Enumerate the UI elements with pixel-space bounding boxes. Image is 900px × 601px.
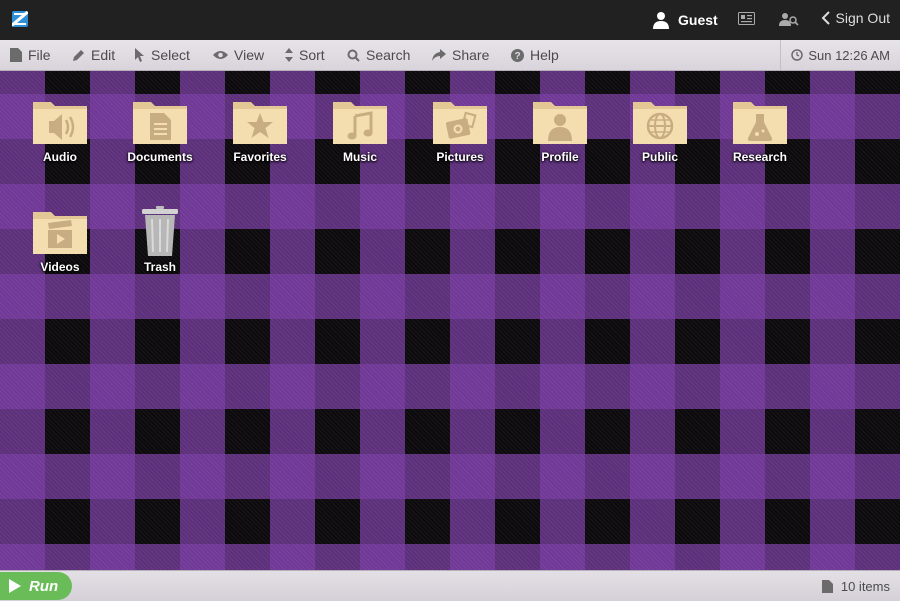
menu-search[interactable]: Search: [347, 40, 410, 70]
user-menu[interactable]: Guest: [652, 10, 718, 30]
desktop-item-research[interactable]: Research: [710, 96, 810, 164]
desktop-item-favorites[interactable]: Favorites: [210, 96, 310, 164]
svg-text:?: ?: [514, 51, 520, 62]
news-icon[interactable]: [738, 12, 755, 25]
help-icon: ?: [511, 48, 524, 62]
camera-folder-icon: [433, 102, 487, 144]
menu-file-label: File: [28, 47, 51, 63]
menu-share-label: Share: [452, 47, 490, 63]
desktop-item-trash[interactable]: Trash: [110, 206, 210, 274]
item-count-text: 10 items: [840, 578, 890, 594]
menu-view[interactable]: View: [213, 40, 264, 70]
desktop[interactable]: Audio Documents Favorites Music Pictures…: [0, 71, 900, 570]
user-search-icon[interactable]: [779, 12, 799, 26]
menu-edit-label: Edit: [91, 47, 116, 63]
eye-icon: [213, 51, 228, 59]
menu-view-label: View: [234, 47, 265, 63]
desktop-item-music[interactable]: Music: [310, 96, 410, 164]
app-logo-icon[interactable]: [12, 11, 28, 27]
menu-select-label: Select: [151, 47, 190, 63]
desktop-item-label: Public: [641, 150, 678, 164]
menu-select[interactable]: Select: [135, 40, 190, 70]
desktop-item-label: Documents: [127, 150, 193, 164]
bottom-bar: Run 10 items: [0, 570, 900, 601]
desktop-item-pictures[interactable]: Pictures: [410, 96, 510, 164]
cursor-icon: [135, 48, 144, 62]
person-folder-icon: [533, 102, 587, 144]
file-icon: [10, 48, 22, 62]
sign-out-label: Sign Out: [835, 10, 890, 26]
menu-search-label: Search: [366, 47, 411, 63]
clock-text: Sun 12:26 AM: [808, 47, 890, 63]
desktop-item-label: Videos: [40, 260, 80, 274]
menu-help[interactable]: ? Help: [511, 40, 559, 70]
desktop-item-label: Music: [342, 150, 377, 164]
desktop-item-profile[interactable]: Profile: [510, 96, 610, 164]
menu-bar: File Edit Select View Sort Search Share …: [0, 40, 900, 71]
user-icon: [653, 12, 669, 29]
clock[interactable]: Sun 12:26 AM: [780, 40, 890, 70]
desktop-item-label: Research: [732, 150, 788, 164]
desktop-item-audio[interactable]: Audio: [10, 96, 110, 164]
user-name: Guest: [678, 12, 718, 28]
star-folder-icon: [233, 102, 287, 144]
item-count: 10 items: [821, 571, 890, 601]
chevron-left-icon: [821, 11, 830, 25]
desktop-item-label: Trash: [143, 260, 176, 274]
document-icon: [821, 579, 833, 593]
menu-edit[interactable]: Edit: [72, 40, 115, 70]
run-button[interactable]: Run: [0, 572, 72, 600]
search-icon: [347, 49, 360, 62]
clock-icon: [791, 49, 804, 61]
sign-out-button[interactable]: Sign Out: [821, 10, 890, 26]
globe-folder-icon: [633, 102, 687, 144]
flask-folder-icon: [733, 102, 787, 144]
sort-icon: [285, 48, 293, 62]
run-label: Run: [29, 577, 59, 595]
desktop-item-label: Pictures: [436, 150, 484, 164]
desktop-item-public[interactable]: Public: [610, 96, 710, 164]
desktop-item-label: Favorites: [233, 150, 287, 164]
play-icon: [9, 579, 21, 593]
menu-help-label: Help: [530, 47, 559, 63]
music-folder-icon: [333, 102, 387, 144]
menu-share[interactable]: Share: [432, 40, 489, 70]
share-icon: [432, 49, 446, 61]
film-folder-icon: [33, 212, 87, 254]
trash-icon: [142, 206, 178, 256]
pencil-icon: [73, 49, 84, 61]
top-bar: Guest Sign Out: [0, 0, 900, 40]
speaker-folder-icon: [33, 102, 87, 144]
menu-file[interactable]: File: [10, 40, 51, 70]
menu-sort[interactable]: Sort: [285, 40, 325, 70]
desktop-item-label: Audio: [43, 150, 77, 164]
desktop-item-videos[interactable]: Videos: [10, 206, 110, 274]
menu-sort-label: Sort: [299, 47, 325, 63]
document-folder-icon: [133, 102, 187, 144]
desktop-item-documents[interactable]: Documents: [110, 96, 210, 164]
desktop-item-label: Profile: [541, 150, 579, 164]
